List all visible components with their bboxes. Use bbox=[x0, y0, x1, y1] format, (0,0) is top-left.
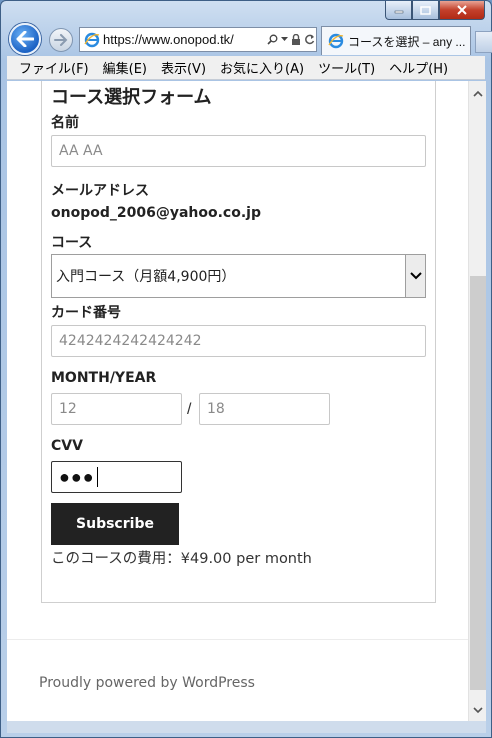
cvv-masked-value: ●●● bbox=[59, 466, 95, 487]
year-input[interactable]: 18 bbox=[199, 393, 330, 425]
window-bottom-edge bbox=[7, 721, 486, 733]
scrollbar-thumb[interactable] bbox=[470, 276, 486, 690]
chevron-down-icon bbox=[409, 272, 422, 280]
menu-file[interactable]: ファイル(F) bbox=[13, 58, 95, 77]
vertical-scrollbar[interactable] bbox=[468, 81, 486, 721]
course-select[interactable]: 入門コース（月額4,900円） bbox=[51, 254, 426, 298]
page-viewport: コース選択フォーム 名前 AA AA メールアドレス onopod_2006@y… bbox=[7, 81, 468, 721]
lock-icon[interactable] bbox=[291, 34, 301, 45]
footer-credit[interactable]: Proudly powered by WordPress bbox=[39, 675, 255, 691]
address-tools bbox=[267, 34, 315, 45]
tab-title: コースを選択 – any ... bbox=[348, 34, 466, 49]
browser-window: https://www.onopod.tk/ コースを選択 – any ... … bbox=[0, 0, 492, 738]
menu-edit[interactable]: 編集(E) bbox=[97, 58, 153, 77]
back-button[interactable] bbox=[9, 23, 41, 55]
month-year-separator: / bbox=[187, 401, 192, 418]
minimize-button[interactable] bbox=[385, 1, 412, 20]
course-selected-value: 入門コース（月額4,900円） bbox=[56, 269, 236, 285]
subscribe-button[interactable]: Subscribe bbox=[51, 503, 179, 545]
forward-button[interactable] bbox=[49, 28, 73, 52]
email-value: onopod_2006@yahoo.co.jp bbox=[51, 205, 261, 221]
course-label: コース bbox=[51, 235, 93, 251]
name-label: 名前 bbox=[51, 115, 79, 131]
month-year-label: MONTH/YEAR bbox=[51, 370, 157, 386]
month-input[interactable]: 12 bbox=[51, 393, 182, 425]
text-caret bbox=[96, 467, 98, 487]
scroll-down-arrow-icon[interactable] bbox=[473, 705, 483, 715]
search-icon[interactable] bbox=[267, 34, 278, 45]
select-dropdown-arrow[interactable] bbox=[405, 255, 425, 297]
arrow-right-icon bbox=[54, 34, 68, 46]
navigation-bar: https://www.onopod.tk/ コースを選択 – any ... bbox=[7, 23, 492, 55]
course-cost-text: このコースの費用：¥49.00 per month bbox=[51, 551, 312, 567]
menu-view[interactable]: 表示(V) bbox=[155, 58, 212, 77]
address-bar[interactable]: https://www.onopod.tk/ bbox=[79, 27, 317, 52]
cvv-label: CVV bbox=[51, 438, 83, 454]
refresh-icon[interactable] bbox=[304, 34, 315, 45]
email-label: メールアドレス bbox=[51, 183, 149, 199]
ie-logo-icon bbox=[84, 32, 100, 48]
close-button[interactable] bbox=[439, 1, 485, 20]
cvv-input[interactable]: ●●● bbox=[51, 461, 182, 493]
name-input[interactable]: AA AA bbox=[51, 135, 426, 167]
address-url[interactable]: https://www.onopod.tk/ bbox=[103, 32, 263, 47]
menu-favorites[interactable]: お気に入り(A) bbox=[214, 58, 310, 77]
arrow-left-icon bbox=[16, 31, 34, 47]
menu-help[interactable]: ヘルプ(H) bbox=[383, 58, 454, 77]
menu-bar: ファイル(F) 編集(E) 表示(V) お気に入り(A) ツール(T) ヘルプ(… bbox=[7, 56, 485, 80]
window-caption-buttons bbox=[385, 1, 485, 21]
card-number-label: カード番号 bbox=[51, 305, 121, 321]
tab-current[interactable]: コースを選択 – any ... bbox=[321, 26, 471, 55]
menu-tools[interactable]: ツール(T) bbox=[312, 58, 381, 77]
dropdown-arrow-icon[interactable] bbox=[281, 37, 288, 42]
maximize-button[interactable] bbox=[412, 1, 439, 20]
new-tab-button[interactable] bbox=[475, 31, 492, 53]
scroll-up-arrow-icon[interactable] bbox=[473, 89, 483, 99]
footer-divider bbox=[7, 639, 468, 640]
card-number-input[interactable]: 4242424242424242 bbox=[51, 325, 426, 357]
ie-logo-icon bbox=[328, 33, 344, 49]
form-title: コース選択フォーム bbox=[51, 87, 212, 108]
